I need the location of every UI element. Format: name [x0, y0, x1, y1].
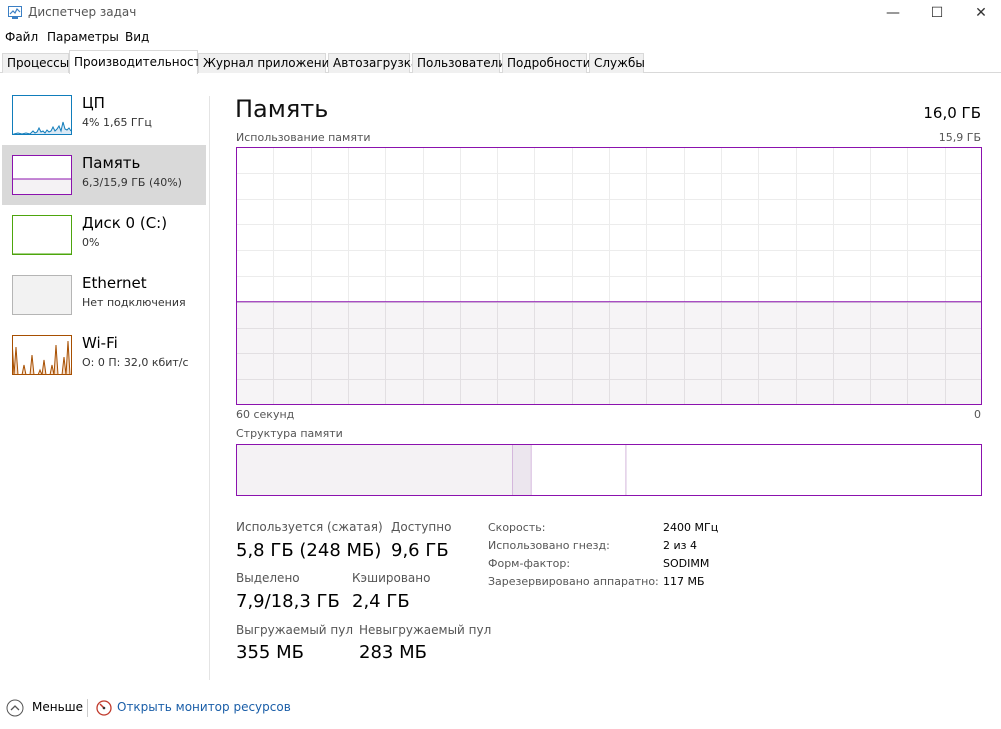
graph-label: Использование памяти: [236, 131, 371, 144]
paged-pool-label: Выгружаемый пул: [236, 623, 354, 637]
graph-time-right: 0: [974, 408, 981, 421]
memory-usage-graph: [236, 147, 982, 405]
sidebar-ethernet-title: Ethernet: [82, 274, 147, 292]
page-title: Память: [235, 95, 329, 123]
nonpaged-pool-label: Невыгружаемый пул: [359, 623, 492, 637]
collapse-chevron-icon[interactable]: [6, 699, 24, 717]
sidebar-cpu-sub: 4% 1,65 ГГц: [82, 116, 152, 129]
in-use-value: 5,8 ГБ (248 МБ): [236, 540, 382, 561]
sidebar-wifi-title: Wi-Fi: [82, 334, 118, 352]
task-manager-icon: [8, 6, 22, 19]
sidebar-item-wifi[interactable]: Wi-Fi О: 0 П: 32,0 кбит/с: [2, 325, 206, 385]
sidebar-ethernet-sub: Нет подключения: [82, 296, 186, 309]
form-factor-label: Форм-фактор:: [488, 557, 571, 570]
menu-options[interactable]: Параметры: [47, 30, 119, 44]
available-value: 9,6 ГБ: [391, 540, 449, 561]
available-label: Доступно: [391, 520, 452, 534]
tab-processes[interactable]: Процессы: [2, 53, 69, 73]
in-use-label: Используется (сжатая): [236, 520, 383, 534]
wifi-thumbnail-graph: [12, 335, 72, 375]
hardware-reserved-value: 117 МБ: [663, 575, 705, 588]
resource-monitor-icon: [96, 700, 112, 716]
sidebar-memory-sub: 6,3/15,9 ГБ (40%): [82, 176, 182, 189]
fewer-details-button[interactable]: Меньше: [32, 700, 83, 714]
menu-view[interactable]: Вид: [125, 30, 149, 44]
slots-label: Использовано гнезд:: [488, 539, 610, 552]
structure-in-use: [236, 444, 513, 496]
sidebar-item-ethernet[interactable]: Ethernet Нет подключения: [2, 265, 206, 325]
tab-startup[interactable]: Автозагрузка: [328, 53, 418, 73]
tab-bar: Процессы Производительность Журнал прило…: [0, 50, 1001, 74]
nonpaged-pool-value: 283 МБ: [359, 642, 427, 663]
hardware-reserved-label: Зарезервировано аппаратно:: [488, 575, 659, 588]
window-title: Диспетчер задач: [28, 5, 137, 19]
slots-value: 2 из 4: [663, 539, 697, 552]
cpu-thumbnail-graph: [12, 95, 72, 135]
committed-label: Выделено: [236, 571, 300, 585]
tab-performance[interactable]: Производительность: [69, 50, 208, 74]
tab-users[interactable]: Пользователи: [412, 53, 506, 73]
speed-label: Скорость:: [488, 521, 546, 534]
maximize-button[interactable]: ☐: [914, 0, 960, 26]
form-factor-value: SODIMM: [663, 557, 710, 570]
paged-pool-value: 355 МБ: [236, 642, 304, 663]
graph-max-label: 15,9 ГБ: [938, 131, 981, 144]
sidebar-divider: [209, 96, 210, 680]
sidebar-item-cpu[interactable]: ЦП 4% 1,65 ГГц: [2, 85, 206, 145]
sidebar-disk-title: Диск 0 (C:): [82, 214, 168, 232]
disk-thumbnail-graph: [12, 215, 72, 255]
sidebar-item-memory[interactable]: Память 6,3/15,9 ГБ (40%): [2, 145, 206, 205]
close-button[interactable]: ✕: [958, 0, 1001, 26]
memory-thumbnail-graph: [12, 155, 72, 195]
menu-file[interactable]: Файл: [5, 30, 38, 44]
sidebar-wifi-sub: О: 0 П: 32,0 кбит/с: [82, 356, 189, 369]
structure-modified: [512, 444, 531, 496]
cached-label: Кэшировано: [352, 571, 431, 585]
title-bar: Диспетчер задач — ☐ ✕: [0, 0, 1001, 26]
tab-details[interactable]: Подробности: [502, 53, 591, 73]
footer-divider: [87, 699, 88, 717]
total-memory: 16,0 ГБ: [923, 104, 981, 122]
cached-value: 2,4 ГБ: [352, 591, 410, 612]
memory-structure-bar: [236, 444, 982, 496]
structure-label: Структура памяти: [236, 427, 343, 440]
minimize-button[interactable]: —: [870, 0, 916, 26]
sidebar-cpu-title: ЦП: [82, 94, 105, 112]
sidebar-disk-sub: 0%: [82, 236, 100, 249]
graph-time-left: 60 секунд: [236, 408, 295, 421]
committed-value: 7,9/18,3 ГБ: [236, 591, 340, 612]
tab-services[interactable]: Службы: [589, 53, 645, 73]
sidebar-memory-title: Память: [82, 154, 141, 172]
sidebar-item-disk[interactable]: Диск 0 (C:) 0%: [2, 205, 206, 265]
ethernet-thumbnail-graph: [12, 275, 72, 315]
tab-app-history[interactable]: Журнал приложений: [198, 53, 337, 73]
open-resource-monitor-link[interactable]: Открыть монитор ресурсов: [117, 700, 291, 714]
speed-value: 2400 МГц: [663, 521, 719, 534]
